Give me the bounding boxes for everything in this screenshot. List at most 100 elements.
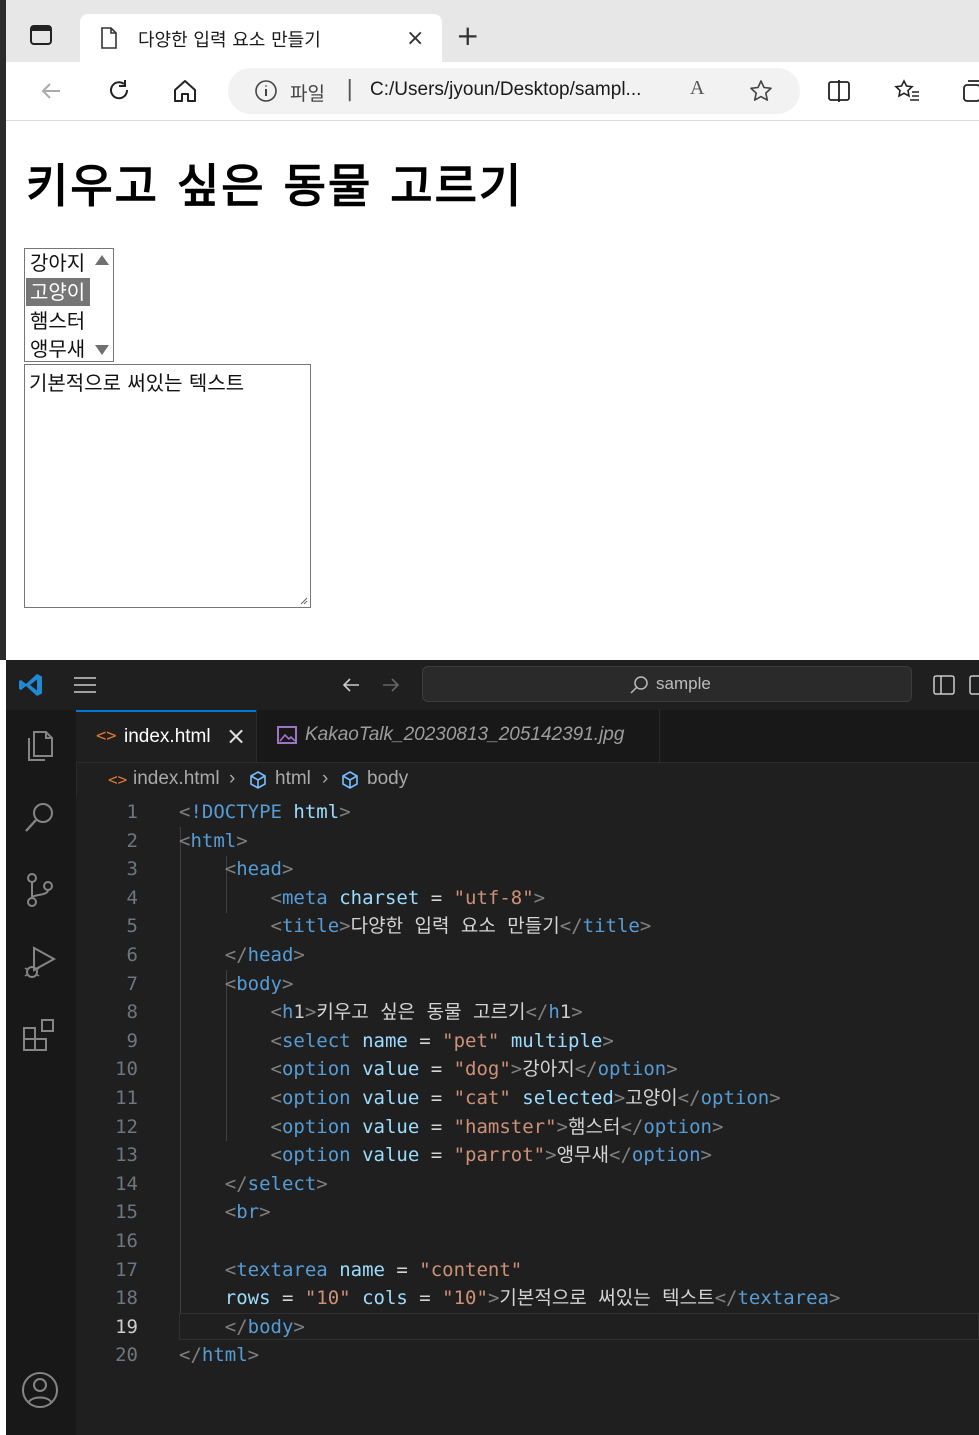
line-number: 16 (115, 1230, 138, 1252)
code-text: </body> (224, 1315, 305, 1338)
address-bar[interactable]: 파일 | C:/Users/jyoun/Desktop/sampl... A (228, 68, 800, 114)
line-number: 8 (126, 1001, 138, 1024)
code-text: <br> (224, 1201, 271, 1224)
toggle-sidebar-icon[interactable] (932, 674, 956, 696)
resize-grip-icon[interactable] (298, 595, 308, 605)
code-line[interactable]: 20 </html> (76, 1341, 979, 1370)
split-screen-icon[interactable] (824, 76, 854, 106)
code-editor[interactable]: 1 <!DOCTYPE html> 2 <html> 3 <head> 4 <meta c… (76, 796, 979, 1435)
code-line[interactable]: 13 <option value = "parrot">앵무새</option> (76, 1141, 979, 1170)
textarea-text: 기본적으로 써있는 텍스트 (29, 371, 245, 395)
explorer-icon[interactable] (20, 726, 60, 766)
code-line[interactable]: 5 <title>다양한 입력 요소 만들기</title> (76, 912, 979, 941)
code-line[interactable]: 17 <textarea name = "content" (76, 1256, 979, 1285)
activity-bar (6, 710, 77, 1435)
search-view-icon[interactable] (20, 798, 60, 838)
collections-icon[interactable] (958, 76, 979, 106)
code-line[interactable]: 10 <option value = "dog">강아지</option> (76, 1055, 979, 1084)
search-icon (630, 676, 648, 694)
code-line[interactable]: 2 <html> (76, 827, 979, 856)
line-number: 11 (115, 1087, 138, 1109)
code-line[interactable]: 6 </head> (76, 941, 979, 970)
code-line[interactable]: 3 <head> (76, 855, 979, 884)
close-tab-icon[interactable]: × (406, 26, 424, 51)
refresh-icon[interactable] (104, 76, 134, 106)
code-line[interactable]: 4 <meta charset = "utf-8"> (76, 884, 979, 913)
menu-icon[interactable] (72, 674, 98, 696)
code-text: </head> (224, 944, 305, 966)
line-number: 17 (115, 1258, 138, 1281)
read-aloud-icon[interactable]: A (690, 77, 704, 100)
tab-label: KakaoTalk_20230813_205142391.jpg (305, 724, 625, 745)
extensions-icon[interactable] (20, 1014, 60, 1054)
code-line[interactable]: 12 <option value = "hamster">햄스터</option… (76, 1113, 979, 1142)
code-line[interactable]: 11 <option value = "cat" selected>고양이</o… (76, 1084, 979, 1113)
run-debug-icon[interactable] (20, 942, 60, 982)
chevron-right-icon: › (229, 768, 236, 789)
line-number: 19 (115, 1315, 138, 1338)
code-text: <option value = "parrot">앵무새</option> (270, 1144, 712, 1167)
favorite-star-icon[interactable] (748, 78, 774, 104)
home-icon[interactable] (170, 76, 200, 106)
line-number: 7 (126, 972, 138, 995)
code-text: <html> (179, 829, 248, 852)
tab-image-file[interactable]: KakaoTalk_20230813_205142391.jpg (256, 710, 660, 762)
tab-actions-icon[interactable] (28, 22, 54, 48)
code-text: rows = "10" cols = "10">기본적으로 써있는 텍스트</t… (224, 1287, 841, 1310)
nav-back-icon[interactable] (340, 674, 362, 696)
toggle-panel-icon[interactable] (968, 674, 979, 696)
source-control-icon[interactable] (20, 870, 60, 910)
scroll-down-icon[interactable] (95, 345, 109, 355)
content-textarea[interactable]: 기본적으로 써있는 텍스트 (24, 364, 311, 608)
browser-toolbar: 파일 | C:/Users/jyoun/Desktop/sampl... A (6, 62, 979, 121)
info-icon[interactable] (254, 79, 278, 103)
line-number: 4 (126, 886, 138, 909)
tab-index-html[interactable]: <> index.html × (76, 710, 256, 762)
image-file-icon (277, 726, 297, 744)
pet-select[interactable]: 강아지 고양이 햄스터 앵무새 (24, 248, 114, 362)
code-text: <h1>키우고 싶은 동물 고르기</h1> (270, 1001, 583, 1024)
code-line[interactable]: 14 </select> (76, 1170, 979, 1199)
line-number: 5 (126, 915, 138, 938)
tab-strip: 다양한 입력 요소 만들기 × + (6, 0, 979, 62)
option-cat-selected[interactable]: 고양이 (26, 278, 90, 306)
code-line[interactable]: 8 <h1>키우고 싶은 동물 고르기</h1> (76, 998, 979, 1027)
code-line[interactable]: 9 <select name = "pet" multiple> (76, 1027, 979, 1056)
code-line[interactable]: 1 <!DOCTYPE html> (76, 798, 979, 827)
tab-label: index.html (124, 726, 211, 747)
option-parrot[interactable]: 앵무새 (26, 335, 90, 363)
browser-tab[interactable]: 다양한 입력 요소 만들기 × (80, 14, 442, 62)
breadcrumb: <> index.html › html › body (76, 762, 979, 796)
code-line[interactable]: 19 </body> (76, 1312, 979, 1342)
option-dog[interactable]: 강아지 (26, 249, 90, 277)
account-icon[interactable] (20, 1370, 60, 1410)
line-number: 10 (115, 1058, 138, 1081)
page-heading: 키우고 싶은 동물 고르기 (26, 159, 524, 213)
breadcrumb-body[interactable]: body (367, 768, 408, 790)
address-prefix: 파일 (290, 83, 325, 105)
new-tab-button[interactable]: + (456, 22, 479, 50)
code-text: <!DOCTYPE html> (179, 801, 351, 823)
line-number: 2 (126, 829, 138, 852)
breadcrumb-file[interactable]: index.html (133, 768, 220, 790)
document-icon (101, 27, 117, 49)
address-separator: | (346, 77, 354, 102)
nav-forward-icon[interactable] (380, 674, 402, 696)
breadcrumb-html[interactable]: html (275, 768, 311, 790)
close-icon[interactable]: × (226, 722, 246, 750)
element-icon (250, 771, 266, 789)
code-line[interactable]: 7 <body> (76, 970, 979, 999)
code-line[interactable]: 15 <br> (76, 1198, 979, 1227)
code-text: <textarea name = "content" (224, 1258, 523, 1281)
scroll-up-icon[interactable] (95, 255, 109, 265)
code-line[interactable]: 18 rows = "10" cols = "10">기본적으로 써있는 텍스트… (76, 1284, 979, 1313)
address-url[interactable]: C:/Users/jyoun/Desktop/sampl... (370, 79, 641, 101)
code-text: <body> (224, 972, 294, 995)
command-center-search[interactable]: sample (422, 666, 912, 702)
code-line[interactable]: 16 (76, 1227, 979, 1256)
favorites-icon[interactable] (892, 76, 922, 106)
back-icon[interactable] (36, 76, 66, 106)
code-text: <option value = "hamster">햄스터</option> (270, 1115, 724, 1138)
option-hamster[interactable]: 햄스터 (26, 307, 90, 335)
code-text: </html> (179, 1344, 260, 1367)
